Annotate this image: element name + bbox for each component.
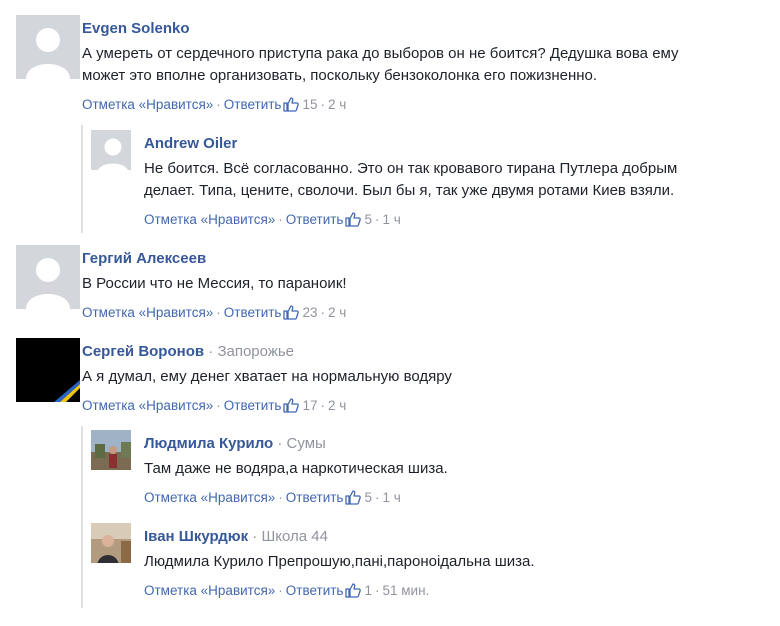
timestamp[interactable]: 2 ч — [328, 305, 346, 320]
comment-text: В России что не Мессия, то параноик! — [82, 275, 347, 292]
reply-link[interactable]: Ответить — [224, 97, 282, 112]
default-avatar-icon — [91, 130, 131, 170]
default-avatar-icon — [16, 15, 80, 79]
avatar[interactable] — [16, 245, 80, 309]
reply-link[interactable]: Ответить — [224, 305, 282, 320]
author-location[interactable]: Запорожье — [217, 343, 294, 360]
thumbs-up-icon — [283, 304, 300, 320]
comment-author[interactable]: Evgen Solenko — [82, 20, 190, 37]
like-count: 23 — [302, 304, 318, 320]
default-avatar-icon — [16, 245, 80, 309]
profile-photo-icon — [16, 338, 80, 402]
comment-text: А я думал, ему денег хватает на нормальн… — [82, 368, 452, 385]
thumbs-up-icon — [345, 211, 362, 227]
comment-author[interactable]: Сергей Воронов — [82, 343, 204, 360]
reply-link[interactable]: Ответить — [224, 398, 282, 413]
comment-author[interactable]: Людмила Курило — [144, 435, 273, 452]
comment-text: Там даже не водяра,а наркотическая шиза. — [144, 460, 448, 477]
avatar[interactable] — [16, 338, 80, 402]
thumbs-up-icon — [345, 489, 362, 505]
author-location[interactable]: Сумы — [287, 435, 326, 452]
like-count: 5 — [364, 489, 372, 505]
comment-author[interactable]: Andrew Oiler — [144, 135, 237, 152]
like-link[interactable]: Отметка «Нравится» — [82, 305, 213, 320]
like-count: 1 — [364, 582, 372, 598]
like-count: 17 — [302, 397, 318, 413]
comment-author[interactable]: Іван Шкурдюк — [144, 528, 248, 545]
avatar[interactable] — [91, 523, 131, 563]
thumbs-up-icon — [283, 96, 300, 112]
reply-link[interactable]: Ответить — [286, 490, 344, 505]
avatar[interactable] — [91, 430, 131, 470]
comment-text: Не боится. Всё согласованно. Это он так … — [144, 160, 678, 199]
reply-link[interactable]: Ответить — [286, 212, 344, 227]
timestamp[interactable]: 1 ч — [383, 212, 401, 227]
timestamp[interactable]: 2 ч — [328, 398, 346, 413]
timestamp[interactable]: 2 ч — [328, 97, 346, 112]
like-count: 5 — [364, 211, 372, 227]
author-location[interactable]: Школа 44 — [261, 528, 327, 545]
profile-photo-icon — [91, 430, 131, 470]
timestamp[interactable]: 1 ч — [383, 490, 401, 505]
like-link[interactable]: Отметка «Нравится» — [82, 97, 213, 112]
avatar[interactable] — [91, 130, 131, 170]
comment-author[interactable]: Гергий Алексеев — [82, 250, 206, 267]
thumbs-up-icon — [345, 582, 362, 598]
profile-photo-icon — [91, 523, 131, 563]
reply-thread-line — [81, 426, 83, 608]
like-link[interactable]: Отметка «Нравится» — [144, 490, 275, 505]
reply-thread-line — [81, 125, 83, 233]
reply-link[interactable]: Ответить — [286, 583, 344, 598]
like-link[interactable]: Отметка «Нравится» — [144, 583, 275, 598]
like-link[interactable]: Отметка «Нравится» — [144, 212, 275, 227]
comment-text: Людмила Курило Препрошую,пані,пароноідал… — [144, 553, 535, 570]
timestamp[interactable]: 51 мин. — [383, 583, 430, 598]
like-count: 15 — [302, 96, 318, 112]
avatar[interactable] — [16, 15, 80, 79]
comment-text: А умереть от сердечного приступа рака до… — [82, 45, 679, 84]
like-link[interactable]: Отметка «Нравится» — [82, 398, 213, 413]
thumbs-up-icon — [283, 397, 300, 413]
